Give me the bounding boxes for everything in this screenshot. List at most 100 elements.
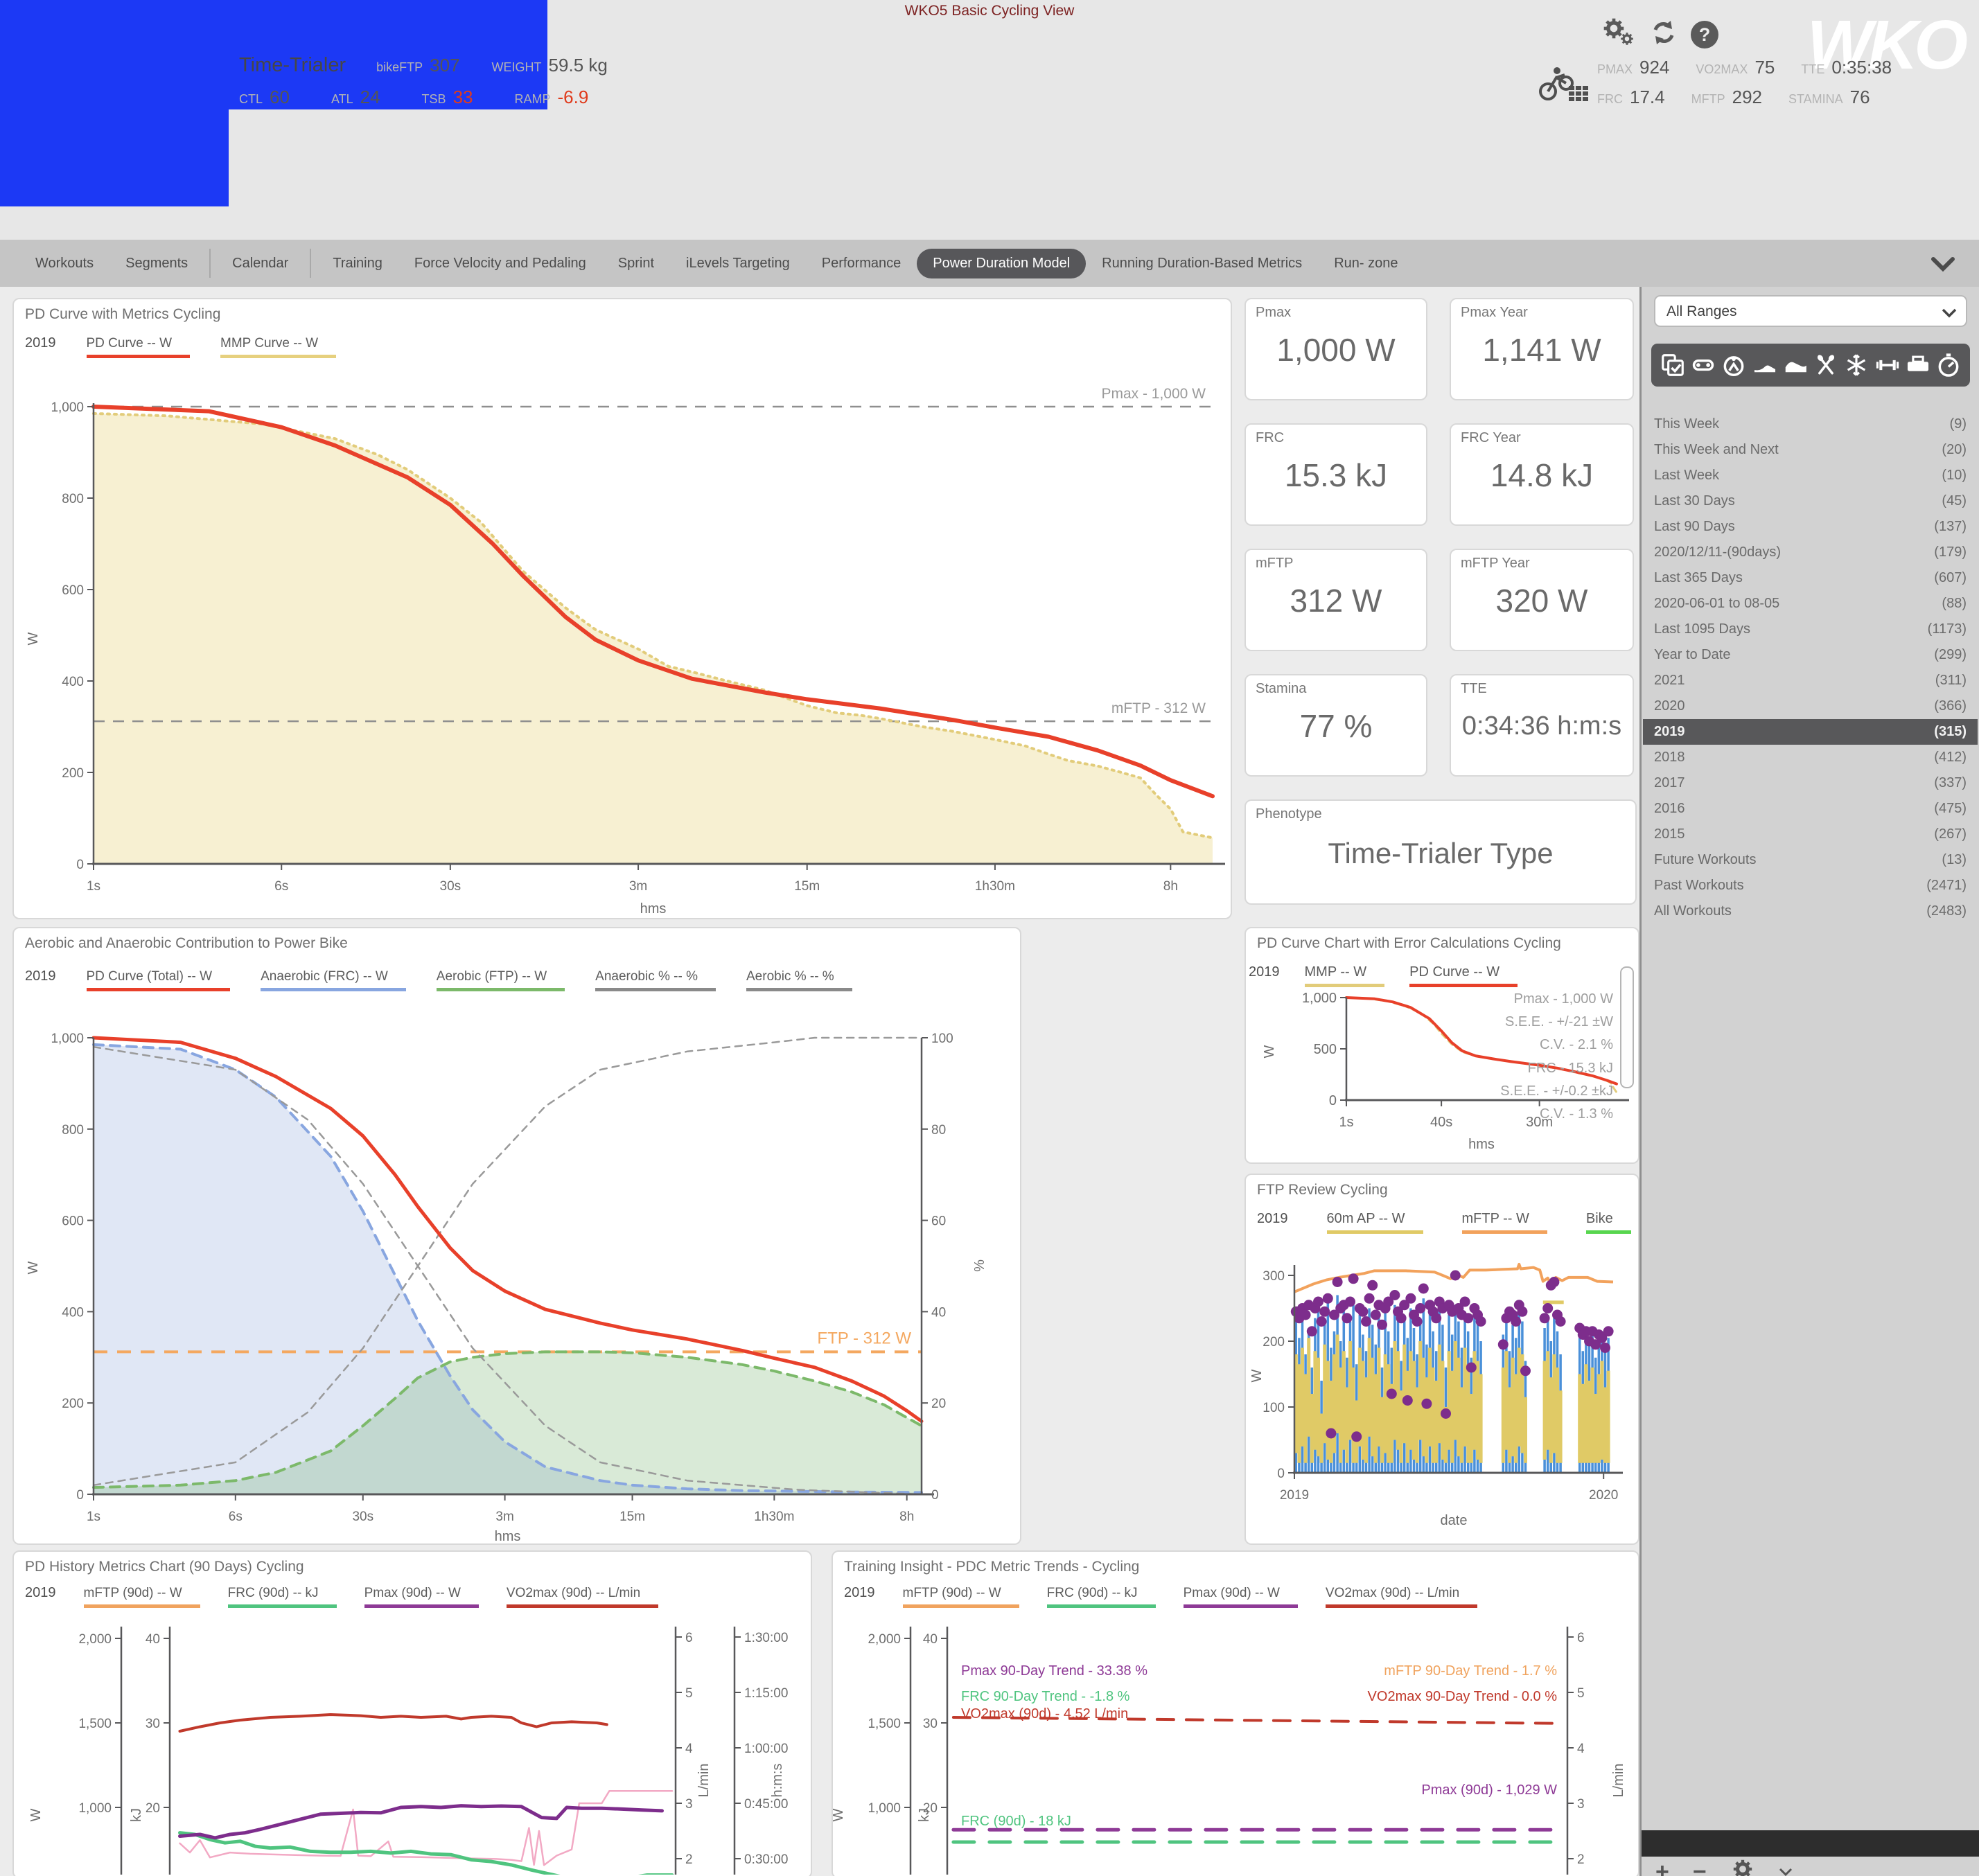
range-item-all-workouts[interactable]: All Workouts (2483) <box>1643 899 1978 924</box>
range-item-2020[interactable]: 2020(366) <box>1643 693 1978 719</box>
range-item-this-week-and-next[interactable]: This Week and Next(20) <box>1643 437 1978 463</box>
svg-text:1,500: 1,500 <box>78 1717 112 1731</box>
svg-text:5: 5 <box>685 1686 693 1701</box>
range-item-year-to-date[interactable]: Year to Date(299) <box>1643 642 1978 668</box>
svg-text:6: 6 <box>1577 1631 1585 1645</box>
stopwatch-icon[interactable] <box>1935 352 1962 378</box>
help-icon[interactable]: ? <box>1691 21 1718 48</box>
tab-calendar[interactable]: Calendar <box>216 249 304 278</box>
metric-label-stamina: STAMINA <box>1788 92 1843 106</box>
settings-gears-icon[interactable] <box>1601 17 1637 52</box>
tab-power-duration-model[interactable]: Power Duration Model <box>917 249 1086 278</box>
range-label: Last 90 Days <box>1654 519 1735 535</box>
tab-segments[interactable]: Segments <box>109 249 204 278</box>
svg-text:100: 100 <box>931 1032 953 1046</box>
add-range-button[interactable]: + <box>1655 1859 1669 1876</box>
tab-ilevels-targeting[interactable]: iLevels Targeting <box>670 249 806 278</box>
panel-aerobic-anaerobic: Aerobic and Anaerobic Contribution to Po… <box>12 927 1021 1545</box>
range-item-last-week[interactable]: Last Week(10) <box>1643 463 1978 488</box>
range-item-2020-06-01-to-08-05[interactable]: 2020-06-01 to 08-05(88) <box>1643 591 1978 617</box>
panel-pd-history: PD History Metrics Chart (90 Days) Cycli… <box>12 1550 812 1876</box>
training-insight-chart: 2,0001,5001,00040302065432WkJL/minPmax 9… <box>833 1552 1635 1875</box>
range-item-last-1095-days[interactable]: Last 1095 Days(1173) <box>1643 617 1978 642</box>
range-item-2021[interactable]: 2021(311) <box>1643 668 1978 693</box>
svg-text:W: W <box>1249 1369 1265 1382</box>
range-settings-gear-icon[interactable] <box>1730 1857 1755 1876</box>
tab-training[interactable]: Training <box>317 249 398 278</box>
metric-label-vo2max: VO2MAX <box>1696 62 1748 76</box>
strength-icon[interactable] <box>1874 352 1901 378</box>
metric-value-pmax: 924 <box>1639 57 1669 78</box>
card-label: mFTP <box>1256 556 1293 572</box>
tab-running-duration-based-metrics[interactable]: Running Duration-Based Metrics <box>1086 249 1318 278</box>
range-count: (9) <box>1950 416 1967 432</box>
metric-label-ctl: CTL <box>239 92 263 106</box>
multi-select-icon[interactable] <box>1660 352 1686 378</box>
metric-value-ramp: -6.9 <box>558 87 589 107</box>
svg-text:L/min: L/min <box>696 1764 712 1798</box>
svg-text:8h: 8h <box>899 1510 914 1524</box>
scrollbar-thumb[interactable] <box>1620 966 1634 1088</box>
range-item-last-365-days[interactable]: Last 365 Days (607) <box>1643 565 1978 591</box>
range-count: (2483) <box>1926 903 1967 919</box>
svg-text:0:45:00: 0:45:00 <box>744 1797 788 1812</box>
range-filter-select[interactable]: All Ranges <box>1654 295 1967 327</box>
svg-text:1s: 1s <box>87 1510 100 1524</box>
tab-performance[interactable]: Performance <box>806 249 917 278</box>
chevron-down-icon[interactable] <box>1779 1868 1793 1876</box>
equipment-icon[interactable] <box>1905 352 1931 378</box>
range-item-last-30-days[interactable]: Last 30 Days(45) <box>1643 488 1978 514</box>
run-icon[interactable] <box>1752 352 1778 378</box>
hero-metrics: PMAX924VO2MAX75TTE0:35:38 FRC17.4MFTP292… <box>1597 57 1918 108</box>
sync-refresh-icon[interactable] <box>1648 17 1680 51</box>
metric-card-pmax: Pmax1,000 W <box>1244 298 1427 400</box>
range-count: (607) <box>1934 570 1967 586</box>
svg-text:8h: 8h <box>1163 879 1178 894</box>
svg-text:60: 60 <box>931 1214 946 1229</box>
paddle-icon[interactable] <box>1813 352 1839 378</box>
svg-text:L/min: L/min <box>1611 1764 1626 1798</box>
metric-value-weight: 59.5 kg <box>549 55 608 76</box>
range-count: (1173) <box>1928 621 1967 637</box>
tab-workouts[interactable]: Workouts <box>19 249 109 278</box>
remove-range-button[interactable]: − <box>1693 1859 1707 1876</box>
svg-text:W: W <box>833 1808 846 1821</box>
range-item-2015[interactable]: 2015(267) <box>1643 822 1978 847</box>
range-item-this-week[interactable]: This Week(9) <box>1643 412 1978 437</box>
bike-chain-icon[interactable] <box>1690 352 1716 378</box>
range-item-last-90-days[interactable]: Last 90 Days(137) <box>1643 514 1978 540</box>
svg-text:Pmax (90d) - 1,029 W: Pmax (90d) - 1,029 W <box>1421 1782 1557 1798</box>
range-item-2018[interactable]: 2018(412) <box>1643 745 1978 770</box>
range-label: All Workouts <box>1654 903 1732 919</box>
metric-value-tte: 0:35:38 <box>1831 57 1892 78</box>
chevron-down-icon[interactable] <box>1930 256 1955 275</box>
range-label: Last Week <box>1654 468 1719 484</box>
swim-icon[interactable] <box>1782 352 1809 378</box>
tab-force-velocity-and-pedaling[interactable]: Force Velocity and Pedaling <box>398 249 602 278</box>
svg-text:2,000: 2,000 <box>78 1632 112 1647</box>
snow-icon[interactable] <box>1843 352 1870 378</box>
range-item-2017[interactable]: 2017(337) <box>1643 770 1978 796</box>
range-item-2019[interactable]: 2019(315) <box>1643 719 1978 745</box>
range-label: 2020 <box>1654 698 1685 714</box>
range-label: Last 365 Days <box>1654 570 1743 586</box>
range-item-2016[interactable]: 2016(475) <box>1643 796 1978 822</box>
panel-pd-curve-metrics: PD Curve with Metrics Cycling 2019 PD Cu… <box>12 298 1232 919</box>
range-count: (299) <box>1934 647 1967 663</box>
range-count: (45) <box>1942 493 1967 509</box>
svg-text:4: 4 <box>1577 1742 1585 1756</box>
aerobic-anaerobic-chart: FTP - 312 W02004006008001,0001s6s30s3m15… <box>14 928 1017 1541</box>
svg-text:C.V. - 2.1 %: C.V. - 2.1 % <box>1540 1037 1613 1052</box>
athlete-summary: Time-Trialer bikeFTP307WEIGHT59.5 kg CTL… <box>239 54 640 108</box>
svg-text:2,000: 2,000 <box>868 1632 901 1647</box>
metric-card-frc: FRC15.3 kJ <box>1244 423 1427 526</box>
tab-sprint[interactable]: Sprint <box>602 249 670 278</box>
range-item-2020-12-11-90days[interactable]: 2020/12/11-(90days)(179) <box>1643 540 1978 565</box>
svg-text:500: 500 <box>1314 1042 1337 1057</box>
range-item-past-workouts[interactable]: Past Workouts(2471) <box>1643 873 1978 899</box>
sidebar-bottom-bar <box>1642 1830 1979 1857</box>
cycling-icon[interactable] <box>1721 352 1747 378</box>
range-item-future-workouts[interactable]: Future Workouts(13) <box>1643 847 1978 873</box>
svg-text:%: % <box>972 1259 987 1272</box>
tab-run-zone[interactable]: Run- zone <box>1318 249 1414 278</box>
